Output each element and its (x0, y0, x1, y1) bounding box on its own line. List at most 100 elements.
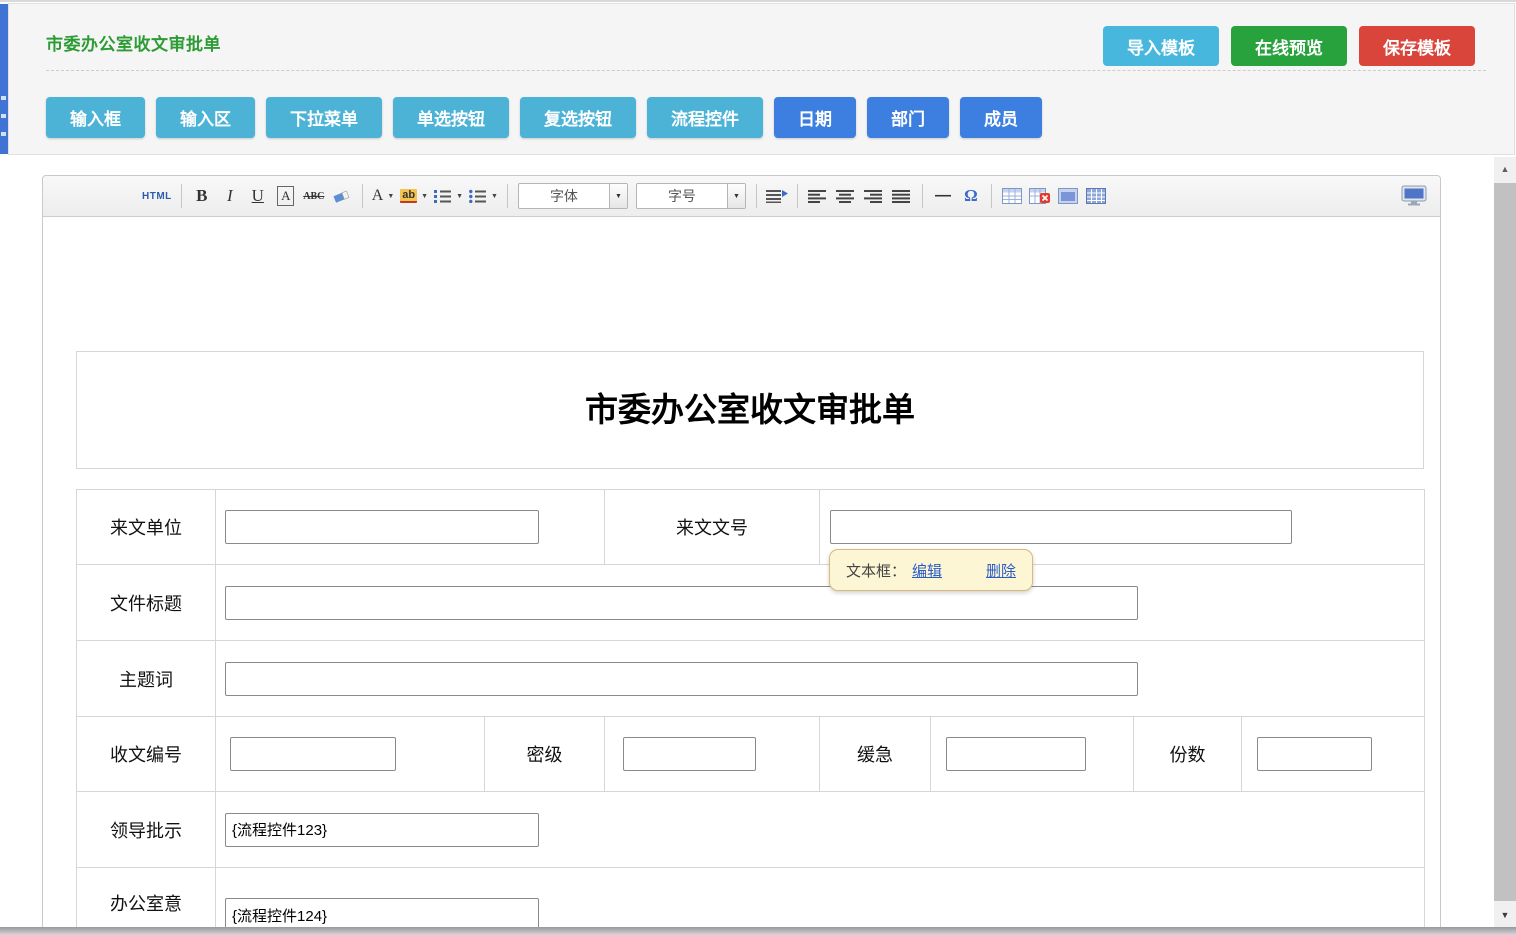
eraser-button[interactable] (331, 183, 353, 209)
component-button-input-box[interactable]: 输入框 (46, 97, 145, 138)
align-right-button[interactable] (863, 183, 885, 209)
font-family-label: 字体 (519, 184, 609, 208)
field-label: 密级 (485, 717, 605, 792)
italic-button[interactable]: I (219, 183, 241, 209)
table-row: 收文编号 密级 缓急 份数 (77, 717, 1425, 792)
table-icon (1002, 188, 1022, 204)
chevron-down-icon: ▼ (491, 193, 498, 200)
table-row: 来文单位 来文文号 (77, 490, 1425, 565)
scroll-up-button[interactable]: ▲ (1494, 157, 1516, 181)
component-button-text-area[interactable]: 输入区 (156, 97, 255, 138)
header-actions: 导入模板 在线预览 保存模板 (1091, 26, 1475, 66)
toolbar-separator (181, 184, 182, 208)
doc-number-input[interactable] (830, 510, 1292, 544)
monitor-icon (1401, 185, 1427, 207)
scroll-down-button[interactable]: ▼ (1494, 903, 1516, 927)
highlight-button[interactable]: ab ▼ (400, 183, 428, 209)
component-button-date[interactable]: 日期 (774, 97, 856, 138)
font-color-button[interactable]: A ▼ (372, 183, 395, 209)
scrollbar-thumb[interactable] (1494, 183, 1516, 901)
unordered-list-button[interactable]: ▼ (469, 183, 498, 209)
field-label: 文件标题 (77, 565, 216, 641)
form-title: 市委办公室收文审批单 (76, 351, 1424, 469)
save-template-button[interactable]: 保存模板 (1359, 26, 1475, 66)
field-label: 收文编号 (77, 717, 216, 792)
field-label: 缓急 (820, 717, 931, 792)
underline-button[interactable]: U (247, 183, 269, 209)
chevron-down-icon: ▼ (609, 184, 627, 208)
down-arrow-icon: ▼ (1501, 910, 1510, 920)
up-arrow-icon: ▲ (1501, 164, 1510, 174)
receipt-number-input[interactable] (230, 737, 396, 771)
table-row: 领导批示 (77, 792, 1425, 868)
align-center-button[interactable] (835, 183, 857, 209)
component-button-member[interactable]: 成员 (960, 97, 1042, 138)
chevron-down-icon: ▼ (421, 193, 428, 200)
delete-table-icon (1029, 188, 1051, 204)
font-color-a-icon: A (372, 187, 384, 205)
editor-toolbar: HTML B I U A ABC A ▼ ab ▼ (43, 176, 1440, 217)
table-row: 文件标题 (77, 565, 1425, 641)
unordered-list-icon (469, 189, 487, 203)
subject-word-input[interactable] (225, 662, 1138, 696)
source-unit-input[interactable] (225, 510, 539, 544)
font-family-select[interactable]: 字体 ▼ (518, 183, 628, 209)
component-button-department[interactable]: 部门 (867, 97, 949, 138)
font-size-select[interactable]: 字号 ▼ (636, 183, 746, 209)
fullscreen-button[interactable] (1401, 183, 1427, 209)
justify-icon (892, 190, 912, 203)
strikethrough-button[interactable]: ABC (303, 183, 325, 209)
toolbar-separator (507, 184, 508, 208)
html-source-button[interactable]: HTML (142, 183, 172, 209)
table-properties-button[interactable] (1057, 183, 1079, 209)
ordered-list-button[interactable]: ▼ (434, 183, 463, 209)
header-panel: 市委办公室收文审批单 导入模板 在线预览 保存模板 输入框 输入区 下拉菜单 单… (8, 3, 1515, 155)
rich-text-editor: HTML B I U A ABC A ▼ ab ▼ (42, 175, 1441, 935)
window-bottom-edge (0, 927, 1516, 935)
delete-link[interactable]: 删除 (986, 560, 1016, 581)
align-left-icon (808, 190, 828, 203)
justify-button[interactable] (891, 183, 913, 209)
online-preview-button[interactable]: 在线预览 (1231, 26, 1347, 66)
special-char-button[interactable]: Ω (960, 183, 982, 209)
delete-table-button[interactable] (1029, 183, 1051, 209)
urgency-input[interactable] (946, 737, 1086, 771)
table-properties-icon (1058, 188, 1078, 204)
edit-link[interactable]: 编辑 (912, 560, 942, 581)
remove-format-button[interactable]: A (275, 183, 297, 209)
toolbar-separator (756, 184, 757, 208)
table-row: 办公室意 (77, 868, 1425, 935)
scrollbar-track[interactable]: ▲ ▼ (1494, 157, 1516, 927)
component-button-flow-control[interactable]: 流程控件 (647, 97, 763, 138)
component-button-checkbox[interactable]: 复选按钮 (520, 97, 636, 138)
tooltip-label: 文本框： (846, 560, 906, 581)
chevron-down-icon: ▼ (456, 193, 463, 200)
font-size-label: 字号 (637, 184, 727, 208)
table-grid-icon (1086, 188, 1106, 204)
secrecy-level-input[interactable] (623, 737, 756, 771)
component-button-dropdown[interactable]: 下拉菜单 (266, 97, 382, 138)
leader-comment-input[interactable] (225, 813, 539, 847)
dashed-divider (46, 70, 1486, 71)
window-top-edge (0, 0, 1516, 2)
toolbar-separator (922, 184, 923, 208)
highlight-ab-icon: ab (400, 189, 417, 203)
toolbar-separator (797, 184, 798, 208)
form-table: 来文单位 来文文号 文件标题 主题词 收文编号 密 (76, 489, 1425, 935)
indent-icon (766, 189, 788, 203)
align-left-button[interactable] (807, 183, 829, 209)
align-right-icon (864, 190, 884, 203)
component-toolbar: 输入框 输入区 下拉菜单 单选按钮 复选按钮 流程控件 日期 部门 成员 (46, 97, 1053, 138)
align-center-icon (836, 190, 856, 203)
indent-button[interactable] (766, 183, 788, 209)
copies-input[interactable] (1257, 737, 1372, 771)
insert-table-button[interactable] (1001, 183, 1023, 209)
import-template-button[interactable]: 导入模板 (1103, 26, 1219, 66)
field-label: 办公室意 (77, 868, 216, 935)
bold-button[interactable]: B (191, 183, 213, 209)
boxed-a-icon: A (277, 186, 294, 206)
horizontal-rule-button[interactable]: — (932, 183, 954, 209)
table-grid-button[interactable] (1085, 183, 1107, 209)
field-label: 来文文号 (605, 490, 820, 565)
component-button-radio[interactable]: 单选按钮 (393, 97, 509, 138)
